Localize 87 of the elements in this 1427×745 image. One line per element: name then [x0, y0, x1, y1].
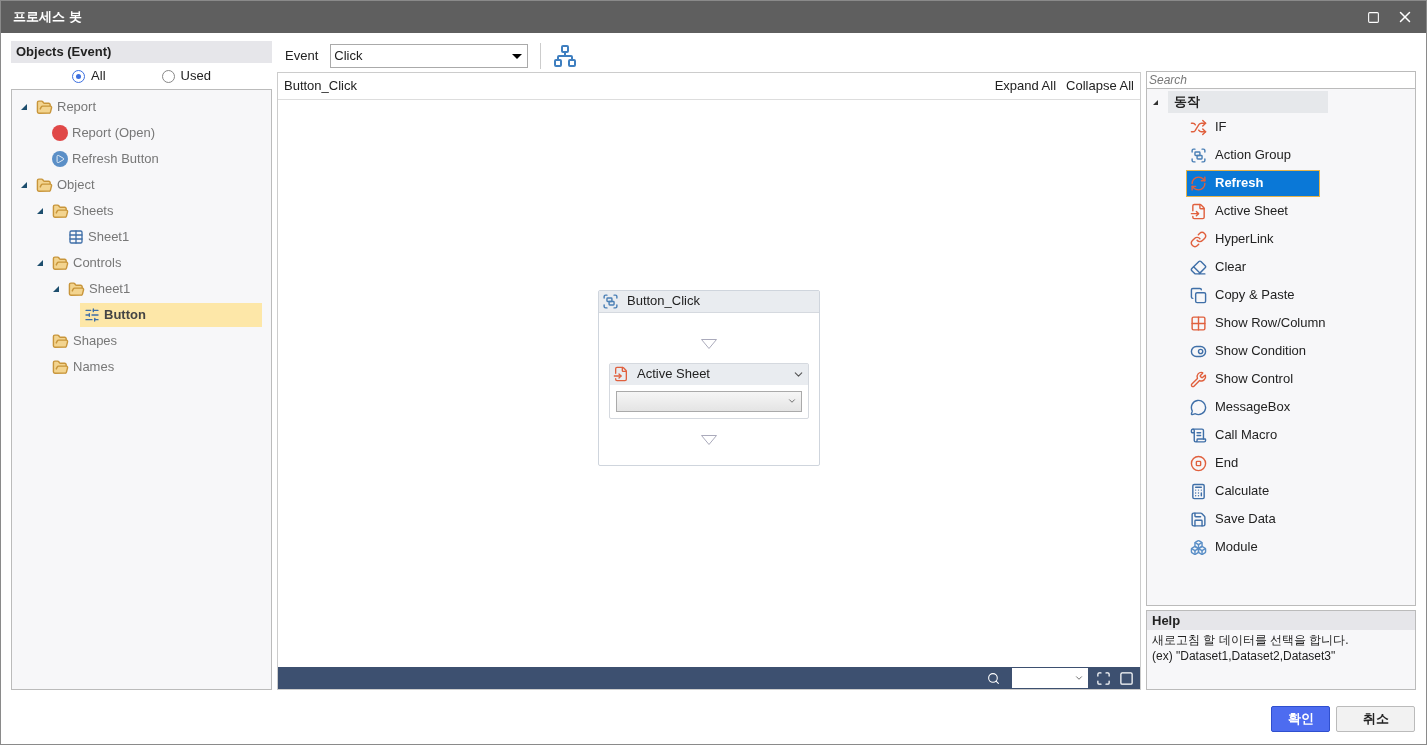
drop-point-icon	[701, 338, 717, 349]
actual-size-icon[interactable]	[1119, 670, 1134, 686]
radio-option[interactable]: Used	[161, 66, 211, 86]
stop-icon	[1190, 454, 1207, 472]
action-item[interactable]: Show Row/Column	[1186, 309, 1330, 337]
action-item[interactable]: Calculate	[1186, 477, 1274, 505]
table-icon	[68, 229, 84, 245]
action-item[interactable]: Module	[1186, 533, 1262, 561]
collapse-all-link[interactable]: Collapse All	[1066, 76, 1134, 96]
folder-icon	[52, 254, 69, 272]
folder-icon	[68, 280, 85, 298]
expand-arrow-icon[interactable]	[37, 260, 43, 266]
folder-icon	[52, 202, 69, 220]
fit-icon[interactable]	[1096, 670, 1111, 686]
wrench-icon	[1190, 370, 1207, 388]
tree-item[interactable]: Shapes	[48, 329, 122, 353]
panel-header: Objects (Event)	[11, 41, 272, 63]
drop-point-icon	[701, 434, 717, 445]
action-item[interactable]: Call Macro	[1186, 421, 1282, 449]
cancel-button[interactable]: 취소	[1336, 706, 1415, 732]
expand-arrow-icon[interactable]	[21, 182, 27, 188]
search-field[interactable]: Search	[1146, 71, 1416, 89]
action-item[interactable]: Copy & Paste	[1186, 281, 1299, 309]
folder-icon	[36, 176, 53, 194]
action-item[interactable]: Clear	[1186, 253, 1251, 281]
action-item[interactable]: IF	[1186, 113, 1231, 141]
help-text: (ex) "Dataset1,Dataset2,Dataset3"	[1152, 648, 1337, 664]
folder-icon	[36, 98, 53, 116]
tree-item[interactable]: Sheet1	[64, 225, 134, 249]
play-icon	[52, 151, 68, 167]
canvas-title: Button_Click	[284, 77, 357, 96]
script-icon	[1190, 426, 1207, 444]
event-label: Event	[285, 47, 319, 66]
window-title: 프로세스 봇	[13, 8, 82, 27]
step-title: Active Sheet	[637, 365, 710, 384]
tree-item[interactable]: Sheets	[48, 199, 118, 223]
eraser-icon	[1190, 258, 1207, 276]
action-item[interactable]: End	[1186, 449, 1243, 477]
maximize-icon[interactable]	[1367, 10, 1380, 24]
folder-icon	[52, 332, 69, 350]
group-header[interactable]: 동작	[1168, 91, 1328, 113]
tree-item[interactable]: Names	[48, 355, 119, 379]
radio-option[interactable]: All	[72, 66, 106, 86]
action-item[interactable]: Action Group	[1186, 141, 1295, 169]
zoom-icon[interactable]	[987, 671, 1000, 685]
group-icon	[1190, 146, 1207, 164]
chevron-icon	[1074, 673, 1084, 683]
blocks-icon	[1190, 538, 1207, 556]
action-item[interactable]: Show Condition	[1186, 337, 1311, 365]
save-icon	[1190, 510, 1207, 528]
expand-arrow-icon[interactable]	[53, 286, 59, 292]
action-item[interactable]: Active Sheet	[1186, 197, 1292, 225]
tree-item[interactable]: Report	[32, 95, 101, 119]
file-arrow-icon	[1190, 202, 1207, 220]
tree-item[interactable]: Report (Open)	[48, 121, 160, 145]
tree-item[interactable]: Refresh Button	[48, 147, 163, 171]
expand-arrow-icon[interactable]	[21, 104, 27, 110]
calculator-icon	[1190, 482, 1207, 500]
tree-item[interactable]: Object	[32, 173, 99, 197]
action-item[interactable]: HyperLink	[1186, 225, 1278, 253]
chevron-icon	[787, 396, 797, 406]
confirm-button[interactable]: 확인	[1271, 706, 1330, 732]
tree-item[interactable]: Controls	[48, 251, 126, 275]
action-item[interactable]: Show Control	[1186, 365, 1298, 393]
copy-icon	[1190, 286, 1207, 304]
help-text: 새로고침 할 데이터를 선택을 합니다.	[1152, 632, 1350, 648]
help-title: Help	[1147, 611, 1415, 630]
sliders-icon	[84, 307, 100, 323]
tree-item[interactable]: Sheet1	[64, 277, 135, 301]
shuffle-icon	[1190, 118, 1207, 136]
flow-title: Button_Click	[627, 292, 700, 311]
file-arrow-icon	[613, 366, 629, 382]
grid-icon	[1190, 314, 1207, 332]
group-icon	[602, 292, 619, 310]
tree-item[interactable]: Button	[80, 303, 262, 327]
expand-arrow-icon[interactable]	[1153, 99, 1158, 105]
action-item[interactable]: Save Data	[1186, 505, 1280, 533]
refresh-icon	[1190, 174, 1207, 192]
action-item[interactable]: MessageBox	[1186, 393, 1295, 421]
event-dropdown[interactable]: Click	[330, 44, 529, 68]
expand-all-link[interactable]: Expand All	[994, 76, 1057, 96]
speech-bubble-icon	[1190, 398, 1207, 416]
action-item[interactable]: Refresh	[1186, 169, 1320, 197]
expand-arrow-icon[interactable]	[37, 208, 43, 214]
folder-icon	[52, 358, 69, 376]
flowchart-icon[interactable]	[553, 44, 578, 68]
link-icon	[1190, 230, 1207, 248]
